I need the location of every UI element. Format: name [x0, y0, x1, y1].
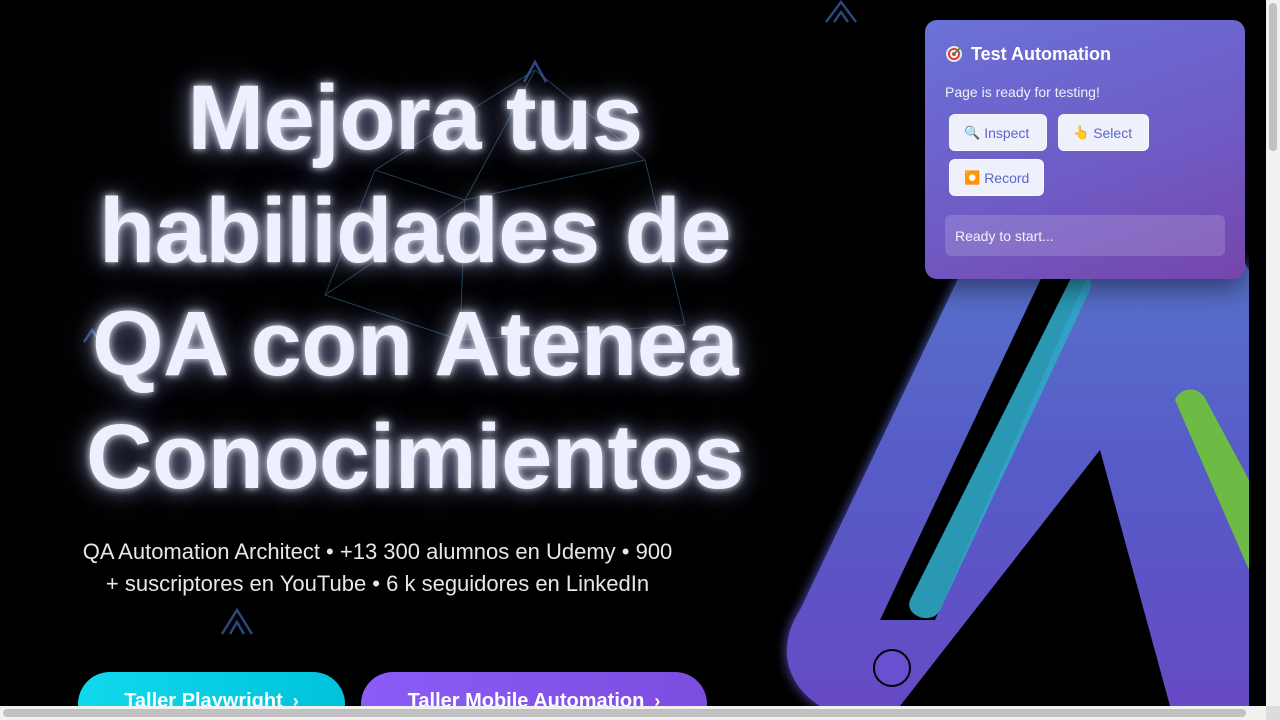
- pointing-hand-icon: 👆: [1073, 124, 1090, 140]
- cta-label: Taller Playwright: [124, 689, 283, 707]
- select-button[interactable]: 👆 Select: [1058, 114, 1149, 151]
- cta-label: Taller Mobile Automation: [407, 689, 645, 707]
- inspect-label: Inspect: [984, 124, 1030, 141]
- landing-page: Mejora tus habilidades de QA con Atenea …: [0, 0, 1266, 706]
- test-automation-panel: Test Automation Page is ready for testin…: [925, 20, 1245, 279]
- horizontal-scrollbar-thumb[interactable]: [3, 709, 1246, 717]
- panel-header: Test Automation: [945, 40, 1225, 68]
- arrow-right-icon: ›: [654, 690, 661, 707]
- record-icon: ⏺️: [964, 169, 981, 185]
- mobile-automation-workshop-button[interactable]: Taller Mobile Automation ›: [361, 672, 707, 706]
- status-box: Ready to start...: [945, 215, 1225, 256]
- target-icon: [946, 46, 962, 62]
- select-label: Select: [1093, 124, 1133, 141]
- playwright-workshop-button[interactable]: Taller Playwright ›: [78, 672, 345, 706]
- scrollbar-corner: [1266, 706, 1280, 720]
- hero-subtitle: QA Automation Architect • +13 300 alumno…: [82, 539, 673, 596]
- inspect-button[interactable]: 🔍 Inspect: [949, 114, 1047, 151]
- hero-section: Mejora tus habilidades de QA con Atenea …: [60, 62, 770, 514]
- panel-message: Page is ready for testing!: [945, 84, 1100, 100]
- panel-title: Test Automation: [971, 43, 1111, 64]
- horizontal-scrollbar[interactable]: [0, 706, 1266, 720]
- record-label: Record: [984, 169, 1030, 186]
- arrow-right-icon: ›: [292, 690, 299, 707]
- magnifier-icon: 🔍: [964, 124, 981, 140]
- vertical-scrollbar-thumb[interactable]: [1269, 3, 1277, 151]
- hero-title: Mejora tus habilidades de QA con Atenea …: [86, 67, 744, 508]
- panel-actions: 🔍 Inspect 👆 Select ⏺️ Record: [945, 114, 1205, 196]
- record-button[interactable]: ⏺️ Record: [949, 159, 1044, 196]
- vertical-scrollbar[interactable]: [1266, 0, 1280, 706]
